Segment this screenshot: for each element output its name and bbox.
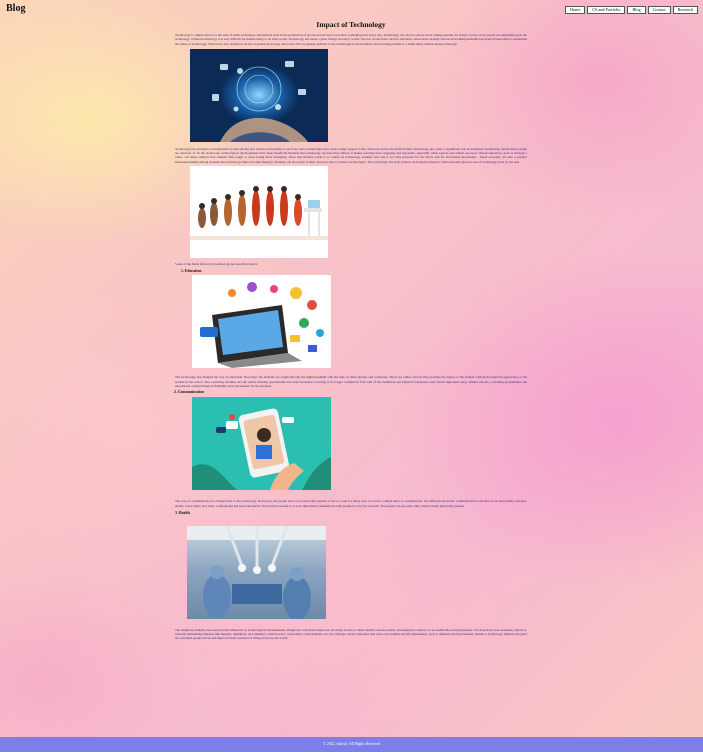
evolution-image [190,166,328,259]
section-heading-education: 1. Education [181,269,202,274]
education-laptop-image [192,275,331,369]
article: Impact of Technology Technology is simpl… [174,20,527,641]
section-heading-communication: 2. Communication [174,390,204,395]
nav-cs-portfolio-link[interactable]: CS and Portfolio [587,6,626,14]
page-title: Impact of Technology [316,20,386,29]
nav-home-link[interactable]: Home [565,6,586,14]
top-nav: Home CS and Portfolio Blog Contact Resea… [565,6,698,14]
intro-paragraph: Technology is simply known as the sum of… [175,33,527,46]
section-heading-health: 3. Health [175,510,190,515]
nav-contact-link[interactable]: Contact [647,6,671,14]
fields-intro: Some of the fields affected by technolog… [175,262,259,267]
blog-title[interactable]: Blog [6,3,25,14]
technology-hand-image [190,48,328,142]
health-paragraph: The healthcare industry has been greatly… [175,627,527,641]
health-surgery-image [187,525,326,619]
footer-copyright: © 2022, Ashish | All Rights Reserved [323,742,380,746]
nav-research-link[interactable]: Research [672,6,698,14]
education-paragraph: The technology has changed the way of ed… [175,375,527,388]
communication-paragraph: The way of communication is changed due … [175,499,527,508]
communication-phone-image [192,397,331,491]
footer: © 2022, Ashish | All Rights Reserved [0,737,703,752]
nav-blog-link[interactable]: Blog [627,6,646,14]
impact-paragraph: Technology has an impact on human life b… [175,146,527,164]
